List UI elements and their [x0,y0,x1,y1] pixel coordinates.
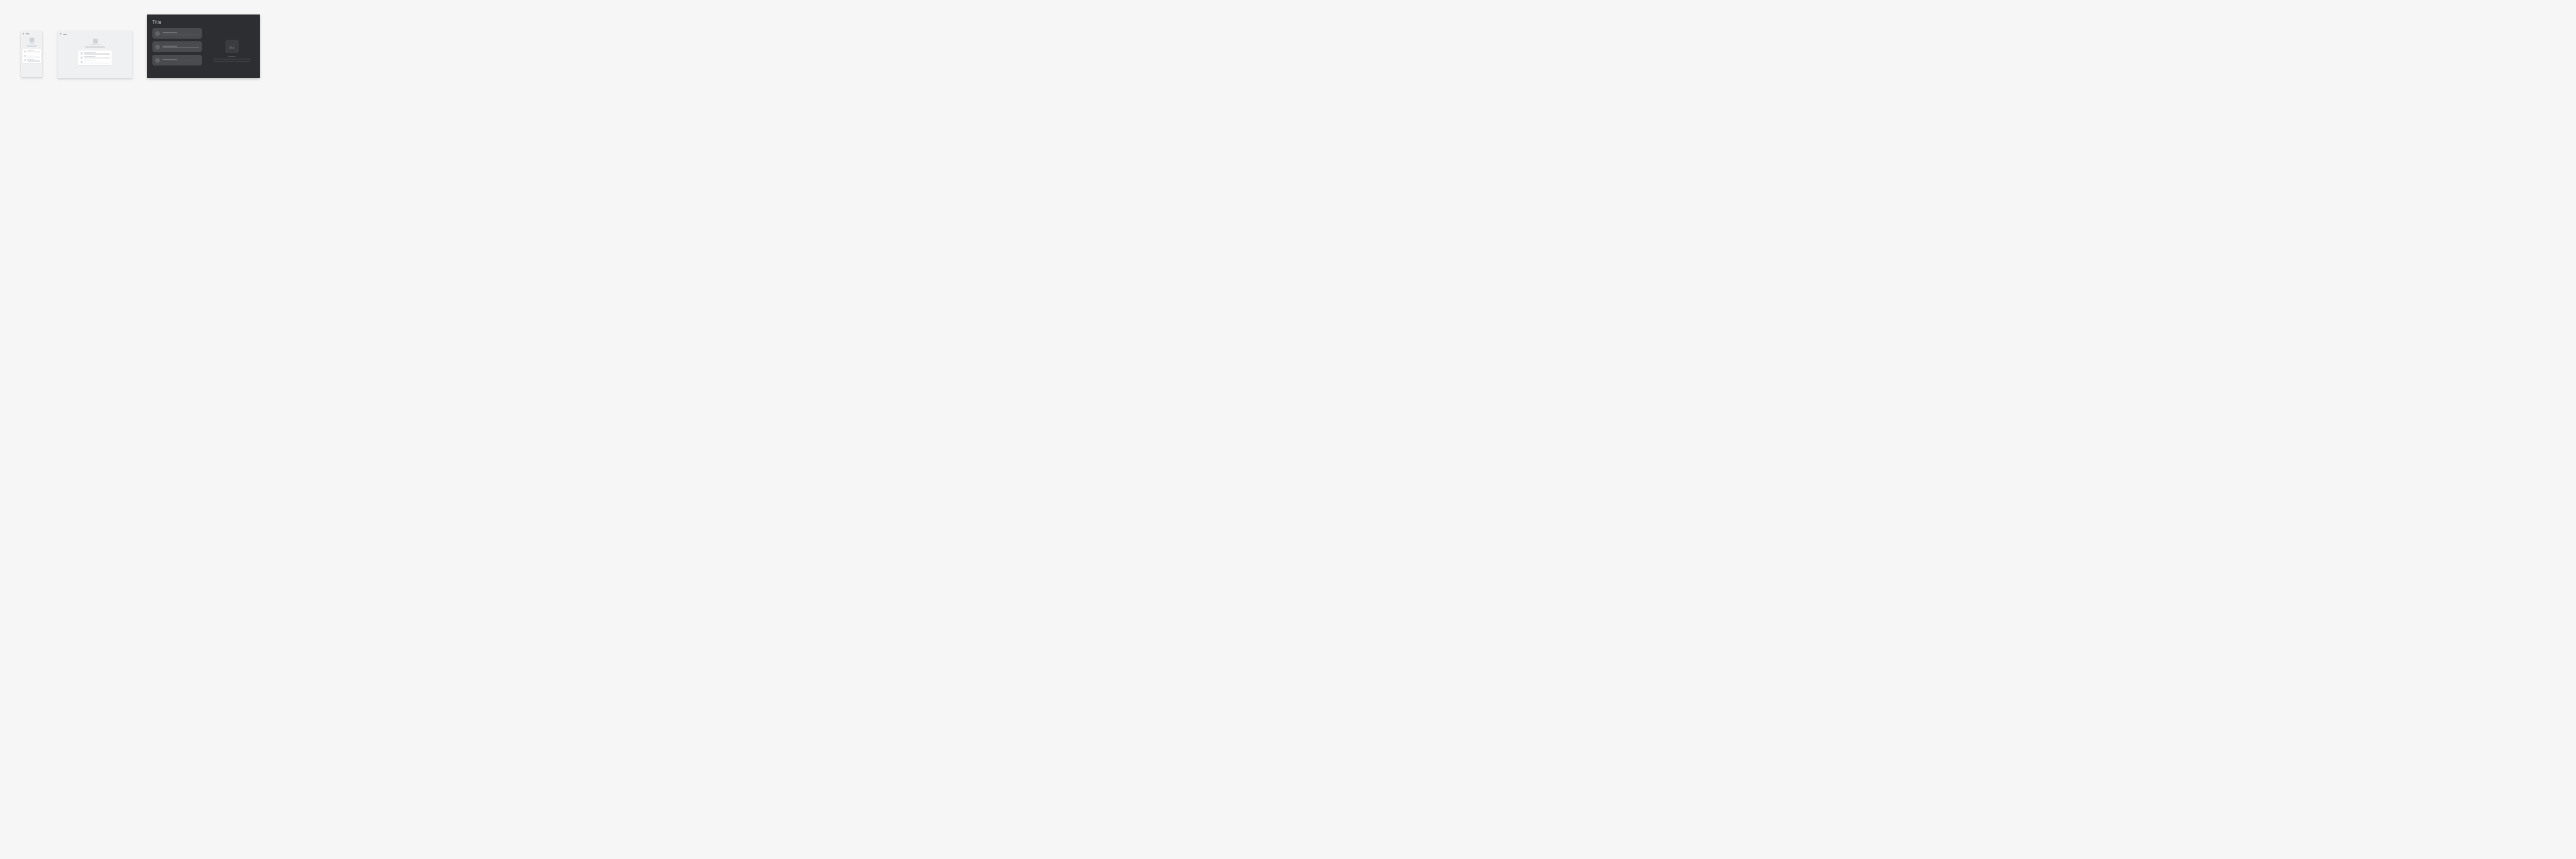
list-card [78,50,112,65]
tablet-frame: Title [57,31,133,78]
list-item[interactable] [80,61,110,63]
list-item[interactable] [24,55,40,57]
list-item-text [27,59,40,62]
image-icon [228,43,236,49]
list-item[interactable] [80,52,110,55]
hero-title-placeholder [90,45,100,46]
hero-text-placeholder [27,45,36,46]
back-arrow-icon[interactable] [60,33,62,35]
list-item[interactable] [80,56,110,59]
hero-section [21,38,42,47]
page-title: Title [152,20,254,25]
hero-section [57,39,133,48]
list-item-text [163,32,199,34]
avatar [155,58,160,63]
content-body [152,28,254,65]
avatar [80,56,83,59]
avatar [24,50,27,53]
avatar [80,61,83,63]
avatar [155,31,160,36]
list-item-text [27,50,40,53]
detail-text-placeholder [213,61,251,62]
hero-thumbnail [30,38,34,42]
hero-text-placeholder [27,46,36,47]
list-item-text [84,61,110,63]
hero-text-placeholder [85,47,105,48]
list-item[interactable] [152,28,202,39]
list-item[interactable] [24,59,40,62]
app-bar: Title [57,31,133,35]
list [152,28,202,65]
avatar [155,45,160,49]
list-item[interactable] [152,41,202,52]
list-item-text [27,55,40,57]
list-item[interactable] [152,55,202,65]
avatar [80,52,83,55]
avatar [24,59,27,62]
list-item-text [163,59,199,61]
list-item-text [84,52,110,55]
page-title: Title [63,33,67,35]
detail-image [225,40,239,53]
avatar [24,55,27,57]
back-arrow-icon[interactable] [23,33,25,35]
list-item-text [163,46,199,48]
hero-thumbnail [93,39,98,43]
hero-title-placeholder [30,43,34,45]
page-title: Title [26,33,30,35]
list-card [23,49,41,63]
list-item-text [84,56,110,59]
list-item[interactable] [24,50,40,53]
detail-text-placeholder [213,59,251,60]
hero-text-placeholder [85,46,105,47]
tv-frame: Title [147,14,260,78]
detail-title-placeholder [228,56,236,57]
app-bar: Title [21,31,42,35]
detail-pane [209,28,254,65]
mobile-frame: Title [21,31,42,77]
